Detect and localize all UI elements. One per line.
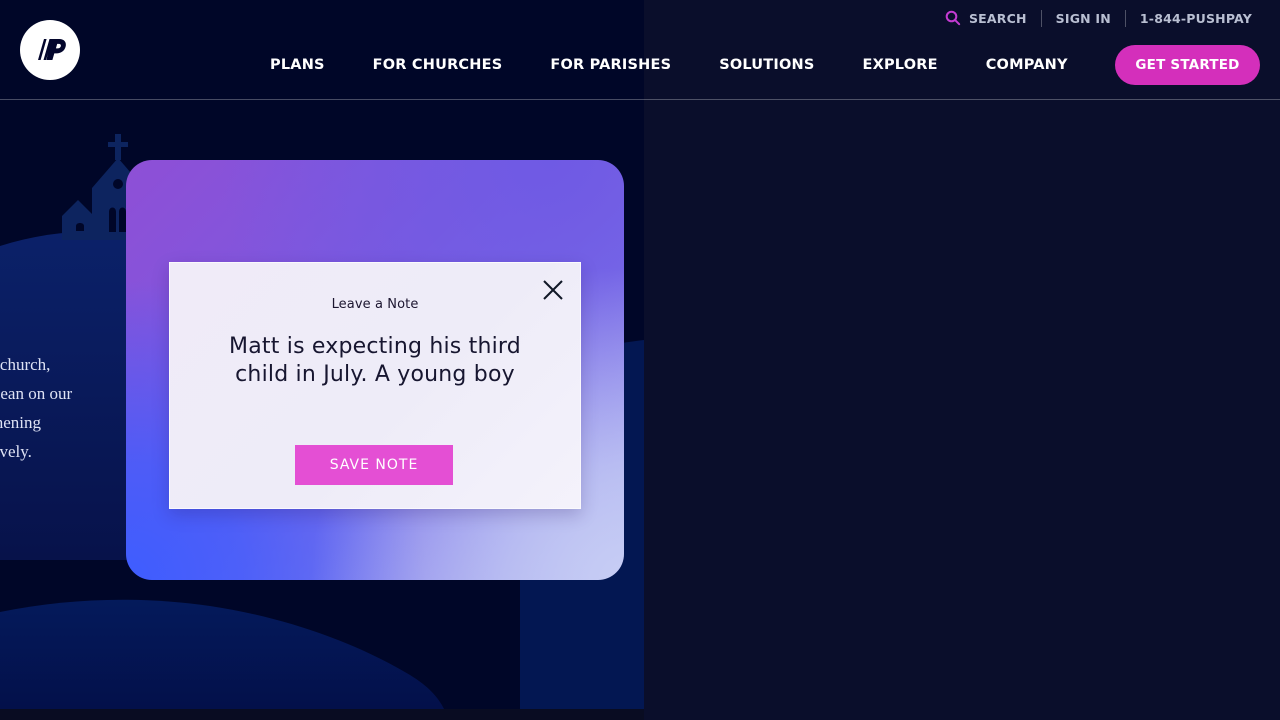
hero-copy-line: tively. xyxy=(0,442,32,461)
pushpay-logo-icon xyxy=(38,39,66,60)
utility-divider xyxy=(1124,9,1126,27)
nav-item-for-churches[interactable]: FOR CHURCHES xyxy=(349,57,527,73)
search-icon xyxy=(945,10,961,26)
nav-item-company[interactable]: COMPANY xyxy=(962,57,1092,73)
main-navigation: PLANS FOR CHURCHES FOR PARISHES SOLUTION… xyxy=(246,54,1092,76)
search-link[interactable]: SEARCH xyxy=(945,10,1027,26)
site-header: SEARCH SIGN IN 1-844-PUSHPAY PLANS FOR C… xyxy=(0,0,1280,100)
nav-item-explore[interactable]: EXPLORE xyxy=(838,57,961,73)
church-cross-horizontal xyxy=(108,142,128,147)
pushpay-logo[interactable] xyxy=(20,20,80,80)
utility-divider xyxy=(1040,9,1042,27)
nav-item-plans[interactable]: PLANS xyxy=(246,57,349,73)
hero-copy-line: Lean on our xyxy=(0,384,73,403)
sign-in-link[interactable]: SIGN IN xyxy=(1056,11,1111,26)
note-text: Matt is expecting his third child in Jul… xyxy=(229,334,521,387)
nav-item-for-parishes[interactable]: FOR PARISHES xyxy=(526,57,695,73)
gradient-card: Leave a Note Matt is expecting his third… xyxy=(126,160,624,580)
church-side-window xyxy=(76,223,84,231)
bottom-strip xyxy=(0,709,644,720)
church-window-round xyxy=(113,179,123,189)
phone-label: 1-844-PUSHPAY xyxy=(1139,10,1252,26)
get-started-button[interactable]: GET STARTED xyxy=(1115,45,1260,85)
leave-note-modal: Leave a Note Matt is expecting his third… xyxy=(169,262,581,509)
hero-copy-line: thening xyxy=(0,413,41,432)
hero-copy-line: r church, xyxy=(0,355,51,374)
nav-item-solutions[interactable]: SOLUTIONS xyxy=(695,57,838,73)
hero-description: r church, Lean on our thening tively. xyxy=(0,350,110,466)
modal-title: Leave a Note xyxy=(331,297,419,312)
right-background xyxy=(644,0,1280,720)
utility-navigation: SEARCH SIGN IN 1-844-PUSHPAY xyxy=(945,9,1252,27)
close-button[interactable] xyxy=(540,277,566,303)
hill-bottom xyxy=(0,599,444,709)
page: r church, Lean on our thening tively. xyxy=(0,0,1280,720)
phone-link[interactable]: 1-844-PUSHPAY xyxy=(1140,11,1252,26)
close-icon xyxy=(543,280,563,300)
sign-in-label: SIGN IN xyxy=(1055,10,1111,26)
save-note-button[interactable]: SAVE NOTE xyxy=(295,445,453,485)
search-label: SEARCH xyxy=(968,10,1027,26)
